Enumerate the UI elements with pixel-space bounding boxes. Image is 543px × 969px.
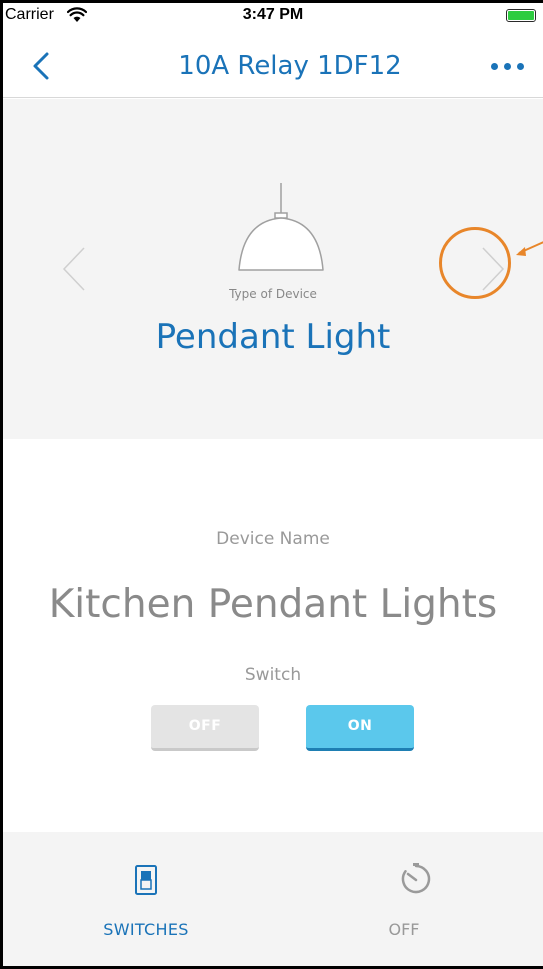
switch-on-button[interactable]: ON	[306, 705, 414, 751]
device-settings: Device Name Kitchen Pendant Lights Switc…	[3, 439, 543, 832]
device-name-label: Device Name	[216, 529, 330, 549]
pointer-arrow-annotation	[516, 241, 543, 256]
switch-label: Switch	[244, 665, 302, 685]
switch-icon	[135, 865, 157, 895]
battery-icon	[506, 9, 536, 22]
frame-border-top	[0, 0, 543, 3]
switch-off-button[interactable]: OFF	[151, 705, 259, 751]
page-title: 10A Relay 1DF12	[165, 45, 415, 87]
previous-type-chevron-icon[interactable]	[60, 245, 90, 293]
type-of-device-label: Type of Device	[229, 287, 317, 301]
tab-switches-label: SWITCHES	[103, 920, 189, 939]
tab-timer[interactable]: OFF	[273, 832, 543, 966]
clock: 3:47 PM	[242, 6, 304, 23]
pendant-light-icon	[238, 183, 324, 271]
status-bar: Carrier 3:47 PM	[3, 3, 543, 31]
battery-level	[508, 11, 534, 20]
timer-icon	[401, 863, 431, 894]
phone-screen: Carrier 3:47 PM 10A Relay 1DF12 Type of …	[0, 0, 543, 969]
more-options-icon[interactable]	[491, 61, 525, 71]
tab-timer-label: OFF	[388, 920, 420, 939]
frame-border-left	[0, 0, 3, 969]
back-chevron-icon[interactable]	[29, 51, 53, 81]
tab-switches[interactable]: SWITCHES	[3, 832, 273, 966]
tab-bar: SWITCHES OFF	[3, 832, 543, 966]
device-type-value: Pendant Light	[155, 317, 391, 357]
navigation-bar: 10A Relay 1DF12	[3, 31, 543, 98]
device-name-value[interactable]: Kitchen Pendant Lights	[3, 582, 543, 627]
device-type-selector: Type of Device Pendant Light	[3, 99, 543, 439]
